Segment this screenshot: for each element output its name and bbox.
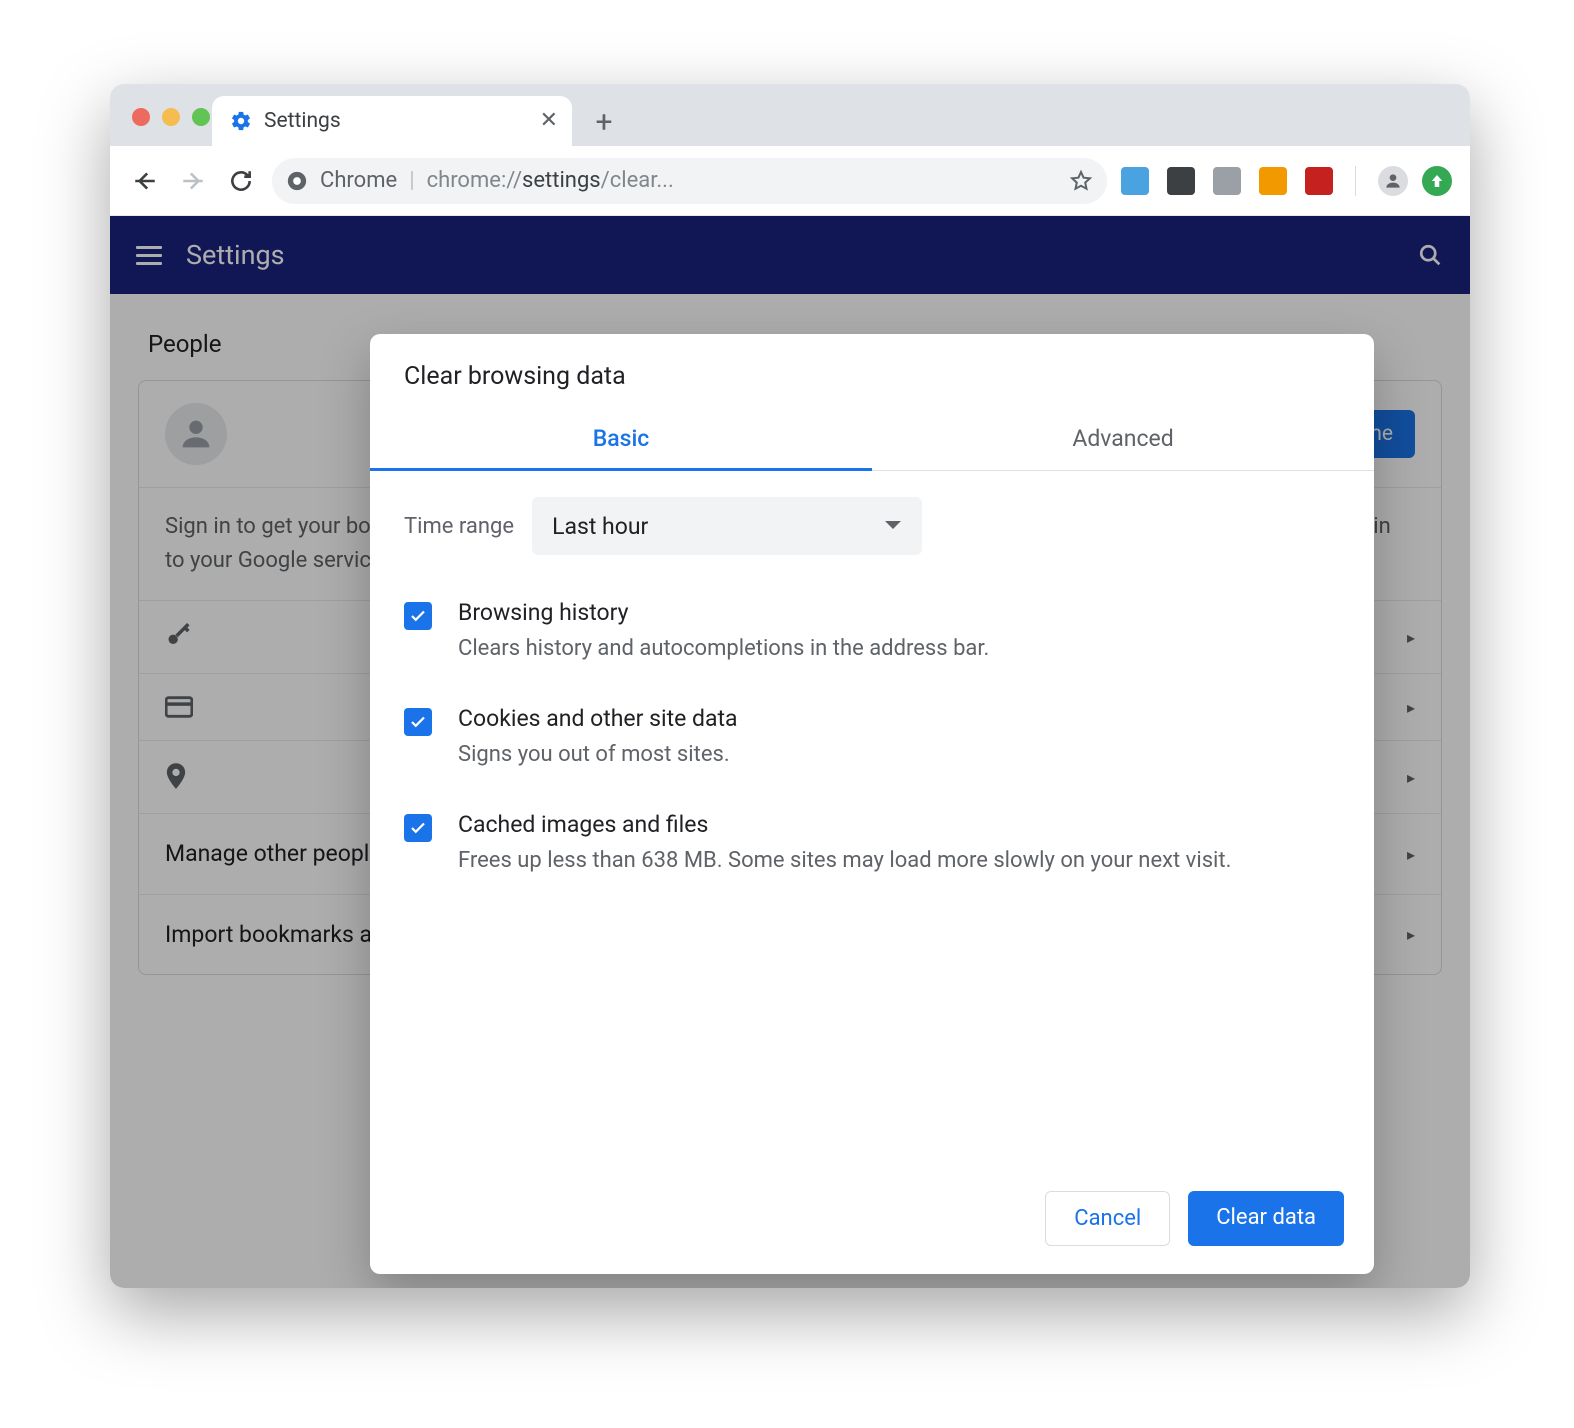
option-browsing-history: Browsing history Clears history and auto… (404, 583, 1340, 689)
option-title: Cached images and files (458, 811, 1231, 838)
new-tab-button[interactable]: + (584, 102, 624, 142)
option-desc: Frees up less than 638 MB. Some sites ma… (458, 844, 1231, 877)
omnibox-separator: | (409, 168, 414, 193)
option-desc: Clears history and autocompletions in th… (458, 632, 989, 665)
clear-data-button[interactable]: Clear data (1188, 1191, 1344, 1246)
option-cookies: Cookies and other site data Signs you ou… (404, 689, 1340, 795)
option-desc: Signs you out of most sites. (458, 738, 738, 771)
time-range-row: Time range Last hour (404, 497, 1340, 555)
dialog-title: Clear browsing data (370, 334, 1374, 409)
tab-advanced[interactable]: Advanced (872, 409, 1374, 470)
extension-icon[interactable] (1121, 167, 1149, 195)
dialog-tabs: Basic Advanced (370, 409, 1374, 471)
tab-strip: Settings ✕ + (110, 84, 1470, 146)
back-button[interactable] (128, 164, 162, 198)
extensions-area (1121, 167, 1333, 195)
bookmark-star-icon[interactable] (1069, 169, 1093, 193)
profile-button[interactable] (1378, 166, 1408, 196)
extension-icon[interactable] (1167, 167, 1195, 195)
option-title: Cookies and other site data (458, 705, 738, 732)
minimize-window-button[interactable] (162, 108, 180, 126)
checkbox-cache[interactable] (404, 814, 432, 842)
close-window-button[interactable] (132, 108, 150, 126)
maximize-window-button[interactable] (192, 108, 210, 126)
settings-gear-icon (230, 110, 252, 132)
address-bar[interactable]: Chrome | chrome://settings/clear... (272, 158, 1107, 204)
update-available-button[interactable] (1422, 166, 1452, 196)
toolbar: Chrome | chrome://settings/clear... (110, 146, 1470, 216)
time-range-value: Last hour (552, 513, 648, 540)
tab-basic[interactable]: Basic (370, 409, 872, 470)
reload-button[interactable] (224, 164, 258, 198)
clear-browsing-data-dialog: Clear browsing data Basic Advanced Time … (370, 334, 1374, 1274)
checkbox-browsing-history[interactable] (404, 602, 432, 630)
chevron-down-icon (884, 520, 902, 532)
tab-close-button[interactable]: ✕ (540, 110, 558, 132)
tab-title: Settings (264, 109, 528, 133)
extension-icon[interactable] (1259, 167, 1287, 195)
omnibox-scheme-label: Chrome (320, 168, 397, 193)
browser-tab[interactable]: Settings ✕ (212, 96, 572, 146)
site-chrome-icon (286, 170, 308, 192)
checkbox-cookies[interactable] (404, 708, 432, 736)
forward-button[interactable] (176, 164, 210, 198)
time-range-select[interactable]: Last hour (532, 497, 922, 555)
extension-icon[interactable] (1213, 167, 1241, 195)
option-title: Browsing history (458, 599, 989, 626)
dialog-body: Time range Last hour Browsing history Cl… (370, 471, 1374, 1171)
browser-window: Settings ✕ + Chrome | chrome://settings/… (110, 84, 1470, 1288)
option-cache: Cached images and files Frees up less th… (404, 795, 1340, 901)
time-range-label: Time range (404, 514, 514, 539)
omnibox-path: chrome://settings/clear... (427, 168, 674, 193)
toolbar-divider (1355, 166, 1356, 196)
window-controls (132, 108, 210, 126)
extension-icon[interactable] (1305, 167, 1333, 195)
dialog-footer: Cancel Clear data (370, 1171, 1374, 1274)
cancel-button[interactable]: Cancel (1045, 1191, 1170, 1246)
